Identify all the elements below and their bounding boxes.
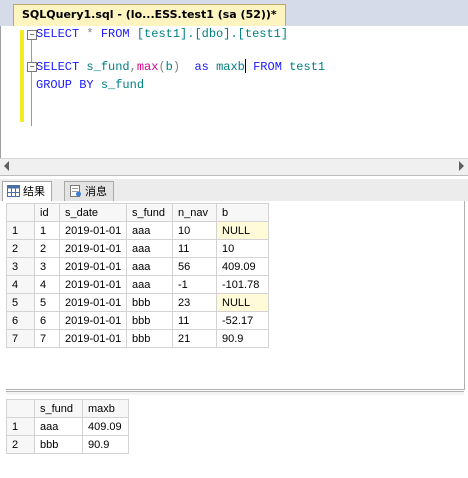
document-tab-sqlquery1[interactable]: SQLQuery1.sql - (lo...ESS.test1 (sa (52)… [13, 4, 286, 27]
code-line-1: SELECT * FROM [test1].[dbo].[test1] [36, 27, 289, 41]
column-header[interactable]: s_date [59, 203, 127, 222]
column-header[interactable]: n_nav [172, 203, 217, 222]
table-cell[interactable]: 5 [34, 293, 60, 312]
table-cell[interactable]: NULL [216, 293, 269, 312]
result-grid-1[interactable]: id s_date s_fund n_nav b 1 1 2019-01-01 … [6, 203, 269, 348]
row-header-corner[interactable] [6, 399, 35, 418]
row-number[interactable]: 4 [6, 275, 35, 294]
table-cell[interactable]: 2019-01-01 [59, 275, 127, 294]
table-cell[interactable]: 2019-01-01 [59, 293, 127, 312]
column-header[interactable]: b [216, 203, 269, 222]
table-row[interactable]: 5 5 2019-01-01 bbb 23 NULL [6, 293, 269, 312]
table-cell[interactable]: aaa [126, 239, 173, 258]
table-cell[interactable]: aaa [126, 275, 173, 294]
column-header[interactable]: s_fund [34, 399, 83, 418]
table-row[interactable]: 2 bbb 90.9 [6, 435, 129, 454]
table-row[interactable]: 4 4 2019-01-01 aaa -1 -101.78 [6, 275, 269, 294]
row-number[interactable]: 6 [6, 311, 35, 330]
table-cell[interactable]: bbb [126, 329, 173, 348]
table-cell[interactable]: bbb [34, 435, 83, 454]
table-cell[interactable]: 21 [172, 329, 217, 348]
table-cell[interactable]: 90.9 [216, 329, 269, 348]
table-cell[interactable]: -1 [172, 275, 217, 294]
table-row[interactable]: 2 2 2019-01-01 aaa 11 10 [6, 239, 269, 258]
table-row[interactable]: 1 1 2019-01-01 aaa 10 NULL [6, 221, 269, 240]
table-cell[interactable]: bbb [126, 293, 173, 312]
table-cell[interactable]: 4 [34, 275, 60, 294]
code-line-4: GROUP BY s_fund [36, 78, 145, 92]
table-row[interactable]: 7 7 2019-01-01 bbb 21 90.9 [6, 329, 269, 348]
table-cell[interactable]: bbb [126, 311, 173, 330]
table-cell[interactable]: 11 [172, 239, 217, 258]
grid-icon [7, 185, 20, 197]
column-header[interactable]: maxb [82, 399, 129, 418]
table-cell[interactable]: 2019-01-01 [59, 221, 127, 240]
table-row[interactable]: 6 6 2019-01-01 bbb 11 -52.17 [6, 311, 269, 330]
table-cell[interactable]: 10 [216, 239, 269, 258]
result-tabstrip: 结果 消息 [0, 179, 468, 202]
grid-header-row: id s_date s_fund n_nav b [6, 203, 269, 222]
outline-line [31, 36, 32, 126]
result-grid-1-pane: id s_date s_fund n_nav b 1 1 2019-01-01 … [6, 201, 465, 390]
table-cell[interactable]: 7 [34, 329, 60, 348]
table-cell[interactable]: aaa [126, 257, 173, 276]
column-header[interactable]: s_fund [126, 203, 173, 222]
results-panel: id s_date s_fund n_nav b 1 1 2019-01-01 … [0, 201, 468, 478]
table-cell[interactable]: 2019-01-01 [59, 257, 127, 276]
result-grid-2-pane: s_fund maxb 1 aaa 409.09 2 bbb 90.9 [6, 399, 464, 478]
row-number[interactable]: 7 [6, 329, 35, 348]
table-cell[interactable]: 90.9 [82, 435, 129, 454]
table-cell[interactable]: 23 [172, 293, 217, 312]
code-line-3: SELECT s_fund,max(b) as maxb FROM test1 [36, 59, 326, 74]
table-cell[interactable]: aaa [34, 417, 83, 436]
row-number[interactable]: 3 [6, 257, 35, 276]
table-cell[interactable]: 409.09 [216, 257, 269, 276]
grid-header-row: s_fund maxb [6, 399, 129, 418]
table-cell[interactable]: 409.09 [82, 417, 129, 436]
table-cell[interactable]: 2019-01-01 [59, 311, 127, 330]
table-cell[interactable]: -101.78 [216, 275, 269, 294]
row-header-corner[interactable] [6, 203, 35, 222]
table-cell[interactable]: 3 [34, 257, 60, 276]
tab-messages[interactable]: 消息 [64, 181, 114, 201]
result-grid-2[interactable]: s_fund maxb 1 aaa 409.09 2 bbb 90.9 [6, 399, 129, 454]
editor-horizontal-scrollbar[interactable] [0, 158, 468, 175]
change-indicator-bar [20, 30, 24, 122]
table-cell[interactable]: aaa [126, 221, 173, 240]
table-row[interactable]: 1 aaa 409.09 [6, 417, 129, 436]
table-cell[interactable]: 1 [34, 221, 60, 240]
row-number[interactable]: 1 [6, 417, 35, 436]
table-cell[interactable]: 10 [172, 221, 217, 240]
tab-results[interactable]: 结果 [2, 181, 52, 202]
tab-messages-label: 消息 [85, 185, 107, 198]
table-cell[interactable]: 2019-01-01 [59, 239, 127, 258]
tab-results-label: 结果 [23, 185, 45, 198]
row-number[interactable]: 1 [6, 221, 35, 240]
scroll-left-icon[interactable] [4, 161, 9, 171]
query-editor[interactable]: − − SELECT * FROM [test1].[dbo].[test1] … [0, 26, 468, 158]
table-cell[interactable]: 11 [172, 311, 217, 330]
table-cell[interactable]: -52.17 [216, 311, 269, 330]
table-cell[interactable]: 2 [34, 239, 60, 258]
table-row[interactable]: 3 3 2019-01-01 aaa 56 409.09 [6, 257, 269, 276]
table-cell[interactable]: 56 [172, 257, 217, 276]
scroll-right-icon[interactable] [459, 161, 464, 171]
table-cell[interactable]: NULL [216, 221, 269, 240]
document-tabstrip: SQLQuery1.sql - (lo...ESS.test1 (sa (52)… [0, 0, 468, 27]
table-cell[interactable]: 2019-01-01 [59, 329, 127, 348]
row-number[interactable]: 5 [6, 293, 35, 312]
message-icon [70, 185, 81, 197]
grid-separator [6, 391, 464, 395]
row-number[interactable]: 2 [6, 239, 35, 258]
table-cell[interactable]: 6 [34, 311, 60, 330]
column-header[interactable]: id [34, 203, 60, 222]
row-number[interactable]: 2 [6, 435, 35, 454]
